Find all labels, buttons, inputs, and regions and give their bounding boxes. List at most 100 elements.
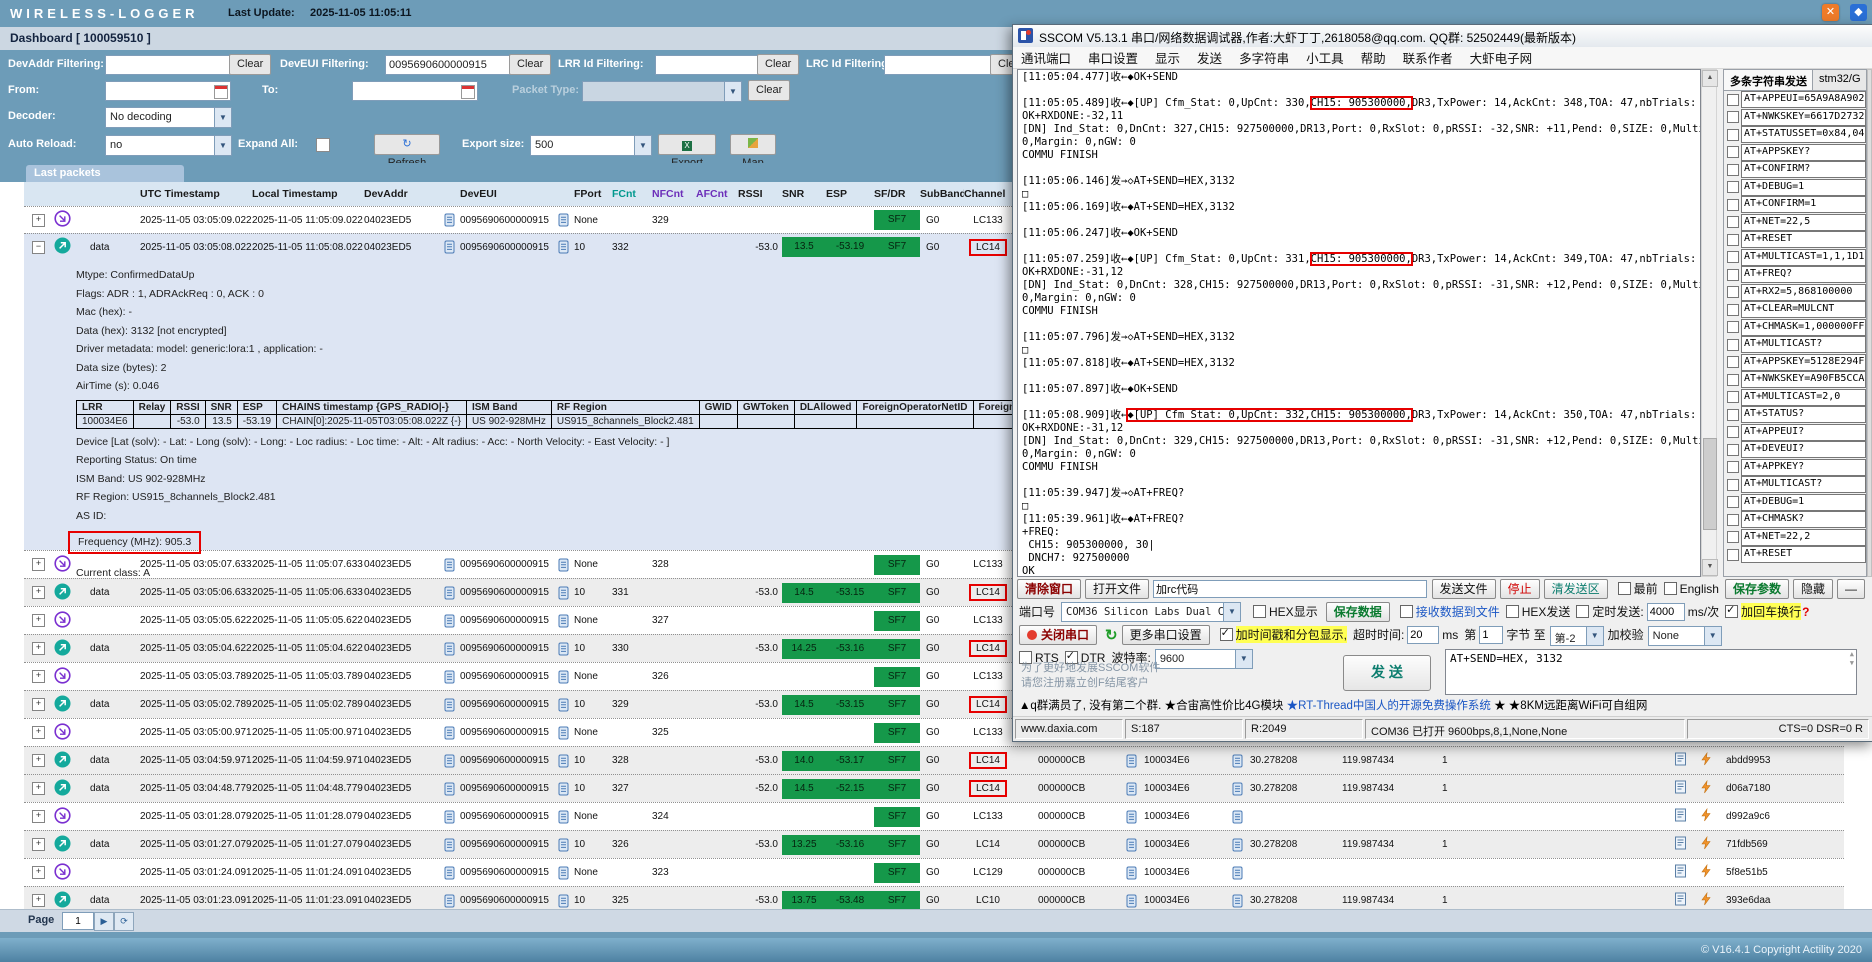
action-icon[interactable] xyxy=(1700,863,1726,881)
packet-row[interactable]: + data 2025-11-05 03:01:27.079 2025-11-05 1… xyxy=(24,830,1844,858)
at-command-button[interactable]: AT+APPEUI=65A9A8A902 xyxy=(1741,91,1866,109)
clear-send-area-button[interactable]: 清发送区 xyxy=(1543,578,1608,599)
devaddr-clear-button[interactable]: Clear xyxy=(229,54,272,75)
clear-window-button[interactable]: 清除窗口 xyxy=(1017,578,1082,599)
at-command-checkbox[interactable] xyxy=(1727,461,1739,474)
export-button[interactable]: X Export xyxy=(658,134,716,169)
notice-link-4g[interactable]: ★合宙高性价比4G模块 xyxy=(1165,700,1284,712)
packet-type-clear-button[interactable]: Clear xyxy=(748,80,791,101)
at-command-checkbox[interactable] xyxy=(1727,356,1739,369)
recv-to-file-checkbox[interactable] xyxy=(1399,605,1413,618)
column-header-esp[interactable]: ESP xyxy=(826,182,874,206)
at-command-checkbox[interactable] xyxy=(1727,321,1739,334)
hex-send-checkbox[interactable] xyxy=(1505,605,1519,618)
at-command-checkbox[interactable] xyxy=(1727,443,1739,456)
action-icon[interactable] xyxy=(1700,779,1726,797)
at-command-button[interactable]: AT+CHMASK=1,000000FF xyxy=(1741,318,1866,336)
at-command-button[interactable]: AT+APPSKEY? xyxy=(1741,143,1866,161)
panel-scrollbar[interactable] xyxy=(1867,69,1872,577)
scroll-thumb[interactable] xyxy=(1703,438,1717,530)
at-command-checkbox[interactable] xyxy=(1727,128,1739,141)
lrrid-filter-input[interactable] xyxy=(655,55,759,75)
packet-row[interactable]: + data 2025-11-05 03:04:48.779 2025-11-05 1… xyxy=(24,774,1844,802)
help-icon[interactable]: ? xyxy=(1802,605,1809,619)
hex-display-checkbox[interactable] xyxy=(1253,605,1267,618)
timestamp-checkbox[interactable] xyxy=(1219,626,1233,641)
terminal-scrollbar[interactable]: ▲ ▼ xyxy=(1701,69,1718,577)
at-command-checkbox[interactable] xyxy=(1727,233,1739,246)
checksum-select[interactable]: None ▼ xyxy=(1647,625,1722,646)
expand-row-icon[interactable]: + xyxy=(32,866,45,879)
send-file-button[interactable]: 发送文件 xyxy=(1431,578,1496,599)
report-icon[interactable] xyxy=(1674,808,1700,825)
column-header-devaddr[interactable]: DevAddr xyxy=(364,182,438,206)
send-button[interactable]: 发 送 xyxy=(1343,655,1431,691)
column-header-utc[interactable]: UTC Timestamp xyxy=(140,182,252,206)
action-icon[interactable] xyxy=(1700,835,1726,853)
at-command-button[interactable]: AT+MULTICAST? xyxy=(1741,476,1866,494)
at-command-button[interactable]: AT+APPSKEY=5128E294F xyxy=(1741,353,1866,371)
at-command-checkbox[interactable] xyxy=(1727,163,1739,176)
expand-row-icon[interactable]: + xyxy=(32,670,45,683)
save-params-button[interactable]: 保存参数 xyxy=(1724,578,1789,599)
expand-row-icon[interactable]: + xyxy=(32,586,45,599)
at-command-checkbox[interactable] xyxy=(1727,338,1739,351)
at-command-checkbox[interactable] xyxy=(1727,496,1739,509)
at-command-button[interactable]: AT+RX2=5,868100000 xyxy=(1741,283,1866,301)
sscom-titlebar[interactable]: SSCOM V5.13.1 串口/网络数据调试器,作者:大虾丁丁,2618058… xyxy=(1013,25,1872,48)
expand-row-icon[interactable]: + xyxy=(32,782,45,795)
at-command-checkbox[interactable] xyxy=(1727,198,1739,211)
deveui-filter-input[interactable] xyxy=(385,55,511,75)
column-header-fcnt[interactable]: FCnt xyxy=(612,182,652,206)
app-icon[interactable]: ◆ xyxy=(1850,4,1867,21)
at-command-checkbox[interactable] xyxy=(1727,216,1739,229)
column-header-deveui[interactable]: DevEUI xyxy=(460,182,552,206)
lrcid-filter-input[interactable] xyxy=(884,55,992,75)
column-header-channel[interactable]: Channel xyxy=(964,182,1012,206)
calendar-icon[interactable] xyxy=(214,85,228,99)
at-command-button[interactable]: AT+CHMASK? xyxy=(1741,511,1866,529)
at-command-checkbox[interactable] xyxy=(1727,408,1739,421)
at-command-button[interactable]: AT+NET=22,5 xyxy=(1741,213,1866,231)
at-command-checkbox[interactable] xyxy=(1727,268,1739,281)
at-command-checkbox[interactable] xyxy=(1727,426,1739,439)
menu-item[interactable]: 联系作者 xyxy=(1403,48,1453,67)
close-icon[interactable]: ✕ xyxy=(1822,4,1839,21)
decoder-select[interactable]: No decoding ▼ xyxy=(105,107,232,128)
refresh-ports-icon[interactable]: ↻ xyxy=(1105,626,1118,644)
column-header-afcnt[interactable]: AFCnt xyxy=(696,182,738,206)
reload-page-button[interactable]: ⟳ xyxy=(114,912,134,931)
notice-link-rtthread[interactable]: ★RT-Thread中国人的开源免费操作系统 xyxy=(1287,700,1491,712)
at-command-checkbox[interactable] xyxy=(1727,478,1739,491)
at-command-checkbox[interactable] xyxy=(1727,303,1739,316)
expand-row-icon[interactable]: + xyxy=(32,894,45,907)
at-command-button[interactable]: AT+CONFIRM=1 xyxy=(1741,196,1866,214)
tab-stm32[interactable]: stm32/G xyxy=(1813,70,1866,90)
at-command-button[interactable]: AT+DEVEUI? xyxy=(1741,441,1866,459)
at-command-button[interactable]: AT+CLEAR=MULCNT xyxy=(1741,301,1866,319)
page-input[interactable] xyxy=(62,912,94,930)
at-command-checkbox[interactable] xyxy=(1727,146,1739,159)
refresh-button[interactable]: ↻ Refresh xyxy=(374,134,440,169)
menu-item[interactable]: 帮助 xyxy=(1361,48,1386,67)
menu-item[interactable]: 大虾电子网 xyxy=(1470,48,1533,67)
packet-row[interactable]: +2025-11-05 03:01:28.079 2025-11-05 11:01… xyxy=(24,802,1844,830)
expand-row-icon[interactable]: + xyxy=(32,726,45,739)
column-header-rssi[interactable]: RSSI xyxy=(738,182,782,206)
at-command-button[interactable]: AT+NWKSKEY=A90FB5CCA xyxy=(1741,371,1866,389)
expand-row-icon[interactable]: + xyxy=(32,698,45,711)
scroll-up-icon[interactable]: ▲ xyxy=(1702,70,1718,87)
at-command-checkbox[interactable] xyxy=(1727,181,1739,194)
at-command-button[interactable]: AT+MULTICAST? xyxy=(1741,336,1866,354)
export-size-select[interactable]: 500 ▼ xyxy=(530,135,652,156)
sscom-window[interactable]: SSCOM V5.13.1 串口/网络数据调试器,作者:大虾丁丁,2618058… xyxy=(1012,24,1872,742)
at-command-button[interactable]: AT+CONFIRM? xyxy=(1741,161,1866,179)
expand-all-checkbox[interactable] xyxy=(316,138,330,152)
column-header-fport[interactable]: FPort xyxy=(574,182,612,206)
at-command-checkbox[interactable] xyxy=(1727,391,1739,404)
at-command-button[interactable]: AT+FREQ? xyxy=(1741,266,1866,284)
port-select[interactable]: COM36 Silicon Labs Dual CP: ▼ xyxy=(1061,601,1242,622)
file-path-input[interactable] xyxy=(1153,579,1427,598)
at-command-checkbox[interactable] xyxy=(1727,286,1739,299)
map-button[interactable]: Map xyxy=(730,134,776,169)
